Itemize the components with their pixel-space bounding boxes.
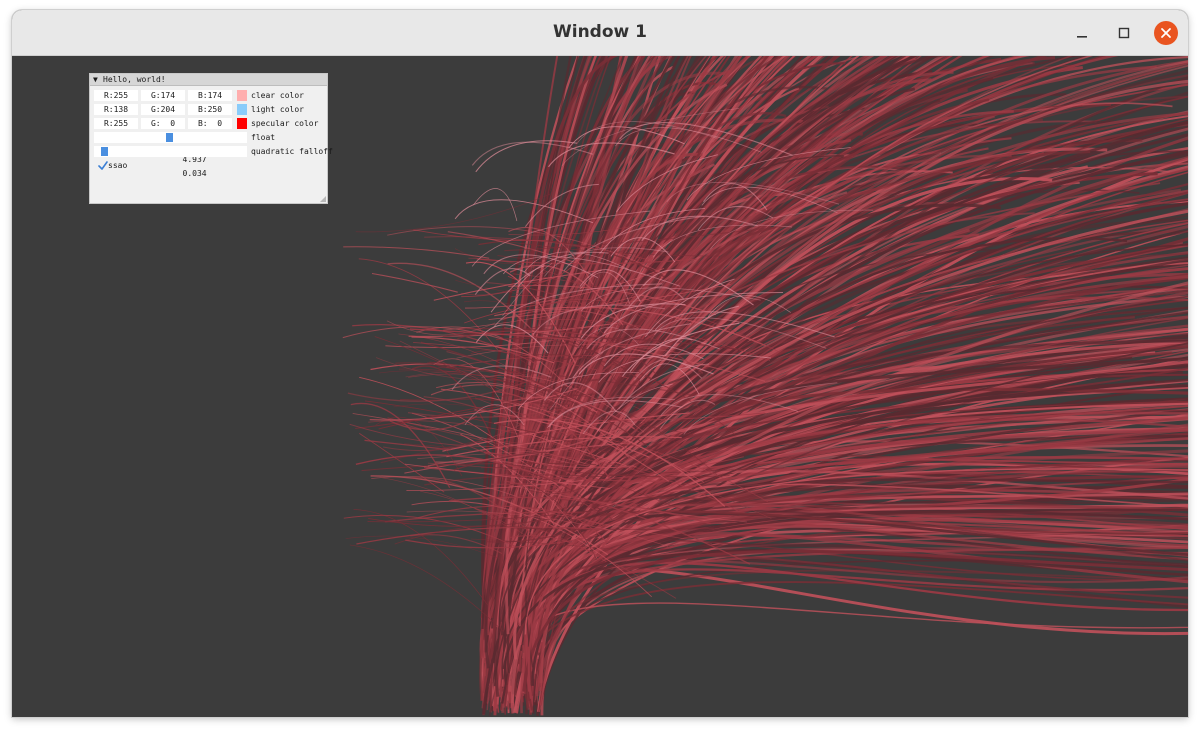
hair-strand: [355, 193, 551, 233]
clear-color-row: R:255 G:174 B:174 clear color: [94, 90, 324, 101]
panel-resize-grip-icon[interactable]: [320, 196, 326, 202]
app-window: Window 1 ▼ Hello, world! R:255 G:174 B:1…: [12, 10, 1188, 717]
specular-color-r-field[interactable]: R:255: [94, 118, 138, 129]
light-color-label: light color: [251, 105, 304, 114]
clear-color-b-field[interactable]: B:174: [188, 90, 232, 101]
imgui-title: Hello, world!: [103, 75, 166, 84]
maximize-icon: [1118, 27, 1130, 39]
hair-strand: [472, 188, 518, 222]
specular-color-swatch[interactable]: [237, 118, 247, 129]
specular-color-row: R:255 G: 0 B: 0 specular color: [94, 118, 324, 129]
light-color-r-field[interactable]: R:138: [94, 104, 138, 115]
collapse-arrow-icon[interactable]: ▼: [93, 75, 98, 84]
specular-color-g-field[interactable]: G: 0: [141, 118, 185, 129]
float-slider-grab[interactable]: [166, 133, 173, 142]
light-color-g-field[interactable]: G:204: [141, 104, 185, 115]
clear-color-swatch[interactable]: [237, 90, 247, 101]
float-slider-row: 4.937 float: [94, 132, 324, 164]
hair-strand: [471, 141, 594, 166]
title-bar[interactable]: Window 1: [12, 10, 1188, 56]
hair-strand: [353, 509, 488, 606]
hair-strand: [502, 549, 1188, 670]
hair-strand: [343, 246, 490, 259]
falloff-slider-row: 0.034 quadratic falloff: [94, 146, 333, 178]
specular-color-label: specular color: [251, 119, 319, 128]
clear-color-label: clear color: [251, 91, 304, 100]
imgui-header[interactable]: ▼ Hello, world!: [90, 74, 327, 86]
clear-color-r-field[interactable]: R:255: [94, 90, 138, 101]
light-color-b-field[interactable]: B:250: [188, 104, 232, 115]
hair-strand: [492, 602, 1188, 708]
float-slider[interactable]: 4.937: [94, 132, 247, 164]
ssao-checkbox-checkmark-icon[interactable]: [98, 160, 108, 171]
hair-strand: [359, 376, 509, 449]
close-button[interactable]: [1154, 21, 1178, 45]
hair-strand: [364, 439, 451, 451]
hair-strands: [342, 56, 1188, 717]
window-title: Window 1: [553, 22, 647, 42]
float-slider-label: float: [251, 133, 276, 142]
light-color-swatch[interactable]: [237, 104, 247, 115]
quadratic-falloff-slider[interactable]: 0.034: [94, 146, 247, 178]
specular-color-b-field[interactable]: B: 0: [188, 118, 232, 129]
close-icon: [1161, 28, 1171, 38]
minimize-button[interactable]: [1070, 21, 1094, 45]
ssao-checkbox-label: ssao: [108, 161, 128, 170]
hair-strand: [349, 544, 504, 632]
falloff-slider-grab[interactable]: [101, 147, 108, 156]
ssao-checkbox-row[interactable]: ssao: [94, 160, 214, 171]
light-color-row: R:138 G:204 B:250 light color: [94, 104, 324, 115]
minimize-icon: [1077, 36, 1087, 38]
clear-color-g-field[interactable]: G:174: [141, 90, 185, 101]
maximize-button[interactable]: [1112, 21, 1136, 45]
render-viewport[interactable]: ▼ Hello, world! R:255 G:174 B:174 clear …: [12, 56, 1188, 717]
falloff-slider-label: quadratic falloff: [251, 147, 333, 156]
imgui-panel[interactable]: ▼ Hello, world! R:255 G:174 B:174 clear …: [89, 73, 333, 204]
